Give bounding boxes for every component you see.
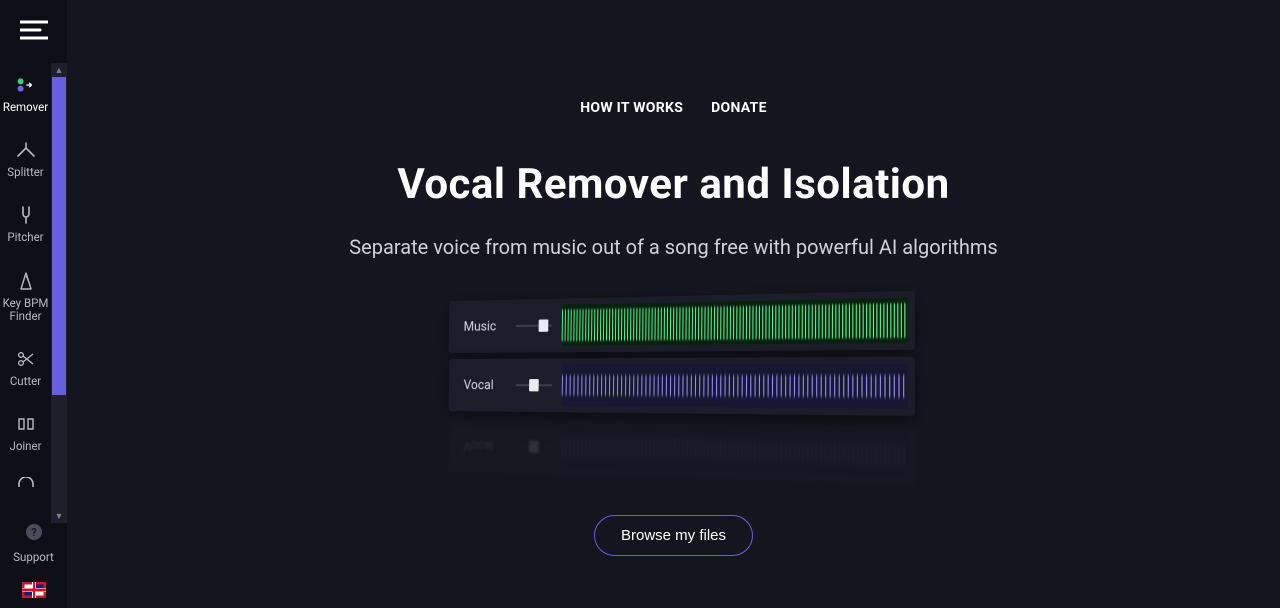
sidebar-item-more[interactable] — [0, 468, 51, 496]
sidebar-item-cutter[interactable]: Cutter — [0, 337, 51, 402]
help-icon: ? — [25, 523, 43, 544]
music-volume-slider[interactable] — [515, 320, 551, 331]
vocal-volume-slider[interactable] — [515, 380, 551, 390]
top-nav: HOW IT WORKS DONATE — [580, 100, 767, 116]
remover-icon — [16, 75, 36, 95]
sidebar-item-label: Pitcher — [7, 231, 43, 244]
track-row-vocal: Vocal — [448, 357, 914, 416]
menu-toggle-button[interactable] — [0, 0, 67, 63]
joiner-icon — [16, 414, 36, 434]
scroll-up-arrow-icon[interactable]: ▲ — [51, 63, 67, 77]
music-waveform — [561, 298, 907, 346]
main-content: HOW IT WORKS DONATE Vocal Remover and Is… — [67, 0, 1280, 608]
reflection: Vocal — [448, 419, 914, 484]
track-row-music: Music — [448, 291, 914, 353]
sidebar-item-splitter[interactable]: Splitter — [0, 128, 51, 193]
nav-donate[interactable]: DONATE — [711, 100, 767, 116]
sidebar-item-key-bpm-finder[interactable]: Key BPM Finder — [0, 259, 51, 337]
scissors-icon — [16, 349, 36, 369]
language-selector[interactable] — [22, 582, 46, 598]
splitter-icon — [16, 140, 36, 160]
vocal-waveform — [561, 364, 907, 409]
sidebar-item-pitcher[interactable]: Pitcher — [0, 193, 51, 258]
page-title: Vocal Remover and Isolation — [397, 160, 949, 209]
support-button[interactable]: ? Support — [13, 523, 54, 564]
sidebar-item-label: Splitter — [7, 166, 43, 179]
page-subtitle: Separate voice from music out of a song … — [349, 235, 998, 259]
svg-text:?: ? — [31, 526, 37, 539]
headphones-icon — [16, 472, 36, 492]
sidebar-item-label: Remover — [3, 101, 48, 114]
sidebar-item-remover[interactable]: Remover — [0, 63, 51, 128]
browse-files-button[interactable]: Browse my files — [594, 515, 753, 556]
scroll-down-arrow-icon[interactable]: ▼ — [51, 509, 67, 523]
hamburger-icon — [20, 20, 48, 44]
track-label: Music — [448, 318, 515, 334]
sidebar-scrollbar[interactable]: ▲ ▼ — [51, 63, 67, 523]
track-label: Vocal — [448, 378, 515, 393]
sidebar-nav-scroll: Remover Splitter Pitcher Key BPM Finder — [0, 63, 67, 523]
pitcher-icon — [16, 205, 36, 225]
sidebar-item-label: Key BPM Finder — [2, 297, 49, 323]
sidebar-item-label: Joiner — [9, 440, 41, 453]
nav-how-it-works[interactable]: HOW IT WORKS — [580, 100, 683, 116]
metronome-icon — [16, 271, 36, 291]
scrollbar-thumb[interactable] — [52, 77, 66, 395]
sidebar: Remover Splitter Pitcher Key BPM Finder — [0, 0, 67, 608]
player-preview: Music Vocal Vocal — [449, 301, 899, 451]
support-label: Support — [13, 550, 54, 564]
sidebar-item-label: Cutter — [10, 375, 41, 388]
sidebar-item-joiner[interactable]: Joiner — [0, 402, 51, 467]
